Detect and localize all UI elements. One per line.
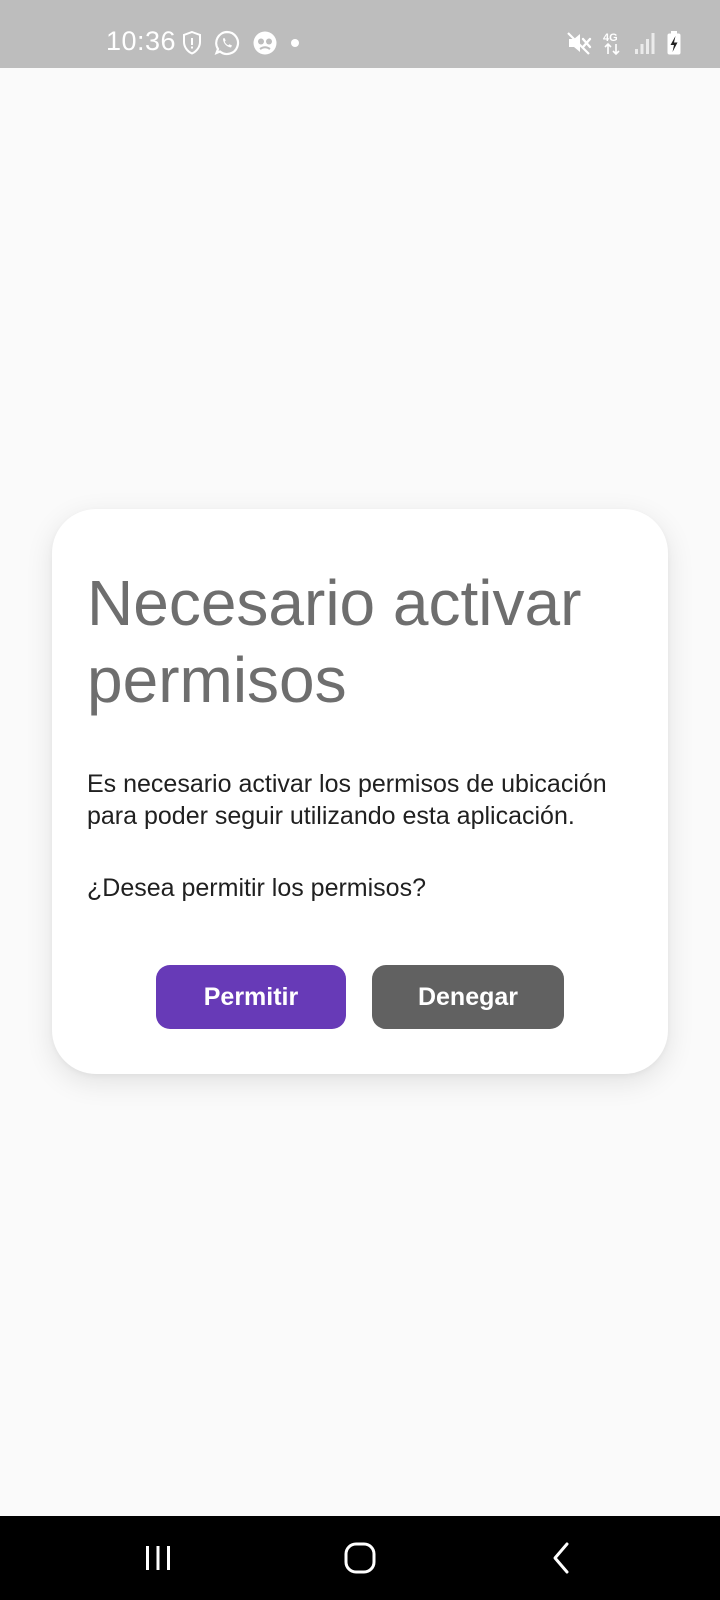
navigation-bar	[0, 1516, 720, 1600]
home-button[interactable]	[330, 1534, 390, 1582]
dialog-message: Es necesario activar los permisos de ubi…	[87, 770, 607, 830]
whatsapp-icon	[214, 30, 240, 56]
vibrate-mute-icon	[566, 30, 592, 56]
svg-text:4G: 4G	[603, 32, 618, 44]
status-system-icons: 4G	[566, 30, 682, 56]
recents-icon	[143, 1543, 173, 1573]
status-time: 10:36	[106, 26, 177, 56]
back-button[interactable]	[532, 1534, 592, 1582]
home-icon	[343, 1541, 377, 1575]
signal-icon	[634, 31, 656, 55]
deny-button[interactable]: Denegar	[372, 965, 564, 1029]
dot-icon	[290, 38, 300, 48]
status-notification-icons	[182, 30, 300, 56]
dialog-question: ¿Desea permitir los permisos?	[87, 874, 426, 902]
recents-button[interactable]	[128, 1534, 188, 1582]
app-notification-icon	[252, 30, 278, 56]
shield-alert-icon	[182, 31, 202, 55]
permission-dialog: Necesario activar permisos Es necesario …	[52, 509, 668, 1074]
network-4g-icon: 4G	[602, 30, 624, 56]
battery-charging-icon	[666, 30, 682, 56]
back-icon	[547, 1541, 577, 1575]
dialog-title: Necesario activar permisos	[87, 567, 582, 716]
allow-button[interactable]: Permitir	[156, 965, 346, 1029]
status-bar: 10:36 4G	[0, 0, 720, 68]
